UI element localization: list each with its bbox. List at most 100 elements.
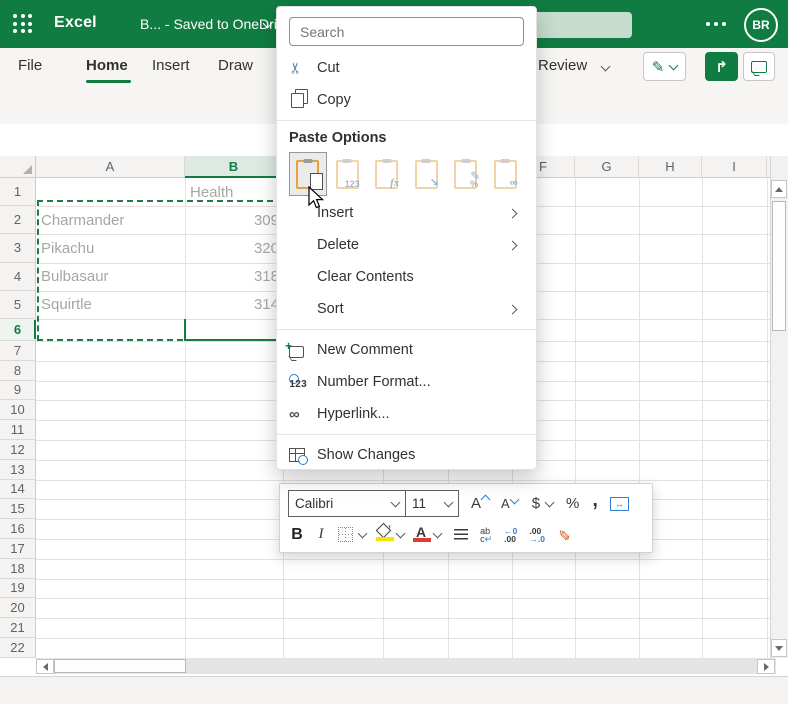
grow-font-button[interactable]: A [471,494,491,512]
column-header-G[interactable]: G [575,156,639,178]
row-header-4[interactable]: 4 [0,262,36,291]
column-header-H[interactable]: H [639,156,702,178]
tab-insert[interactable]: Insert [152,57,190,74]
grid-line-horizontal [36,558,771,560]
cut-icon: ✂ [287,61,305,75]
scroll-left-button[interactable] [36,659,54,674]
shrink-font-button[interactable]: A [501,494,520,511]
number-format-icon: 123 [289,374,307,390]
increase-decimal-button[interactable]: .00 →.0 [529,526,545,543]
column-header-I[interactable]: I [702,156,767,178]
grid-line-horizontal [36,598,771,600]
row-header-18[interactable]: 18 [0,558,36,579]
scroll-right-button[interactable] [757,659,775,674]
select-all-corner[interactable] [0,156,36,178]
row-header-13[interactable]: 13 [0,459,36,480]
context-menu: ✂ Cut Copy Paste Options 123 fx ↘ %✎ ∞ Insert Dele… [276,6,537,470]
paste-button-paste-values[interactable]: 123 [329,152,367,196]
row-header-11[interactable]: 11 [0,420,36,440]
format-painter-button[interactable]: ✎ [554,526,571,544]
font-size-combo-mini[interactable]: 11 [405,491,458,516]
comments-button[interactable] [743,52,775,81]
fill-color-button-mini[interactable]: , [375,518,406,544]
currency-format-button[interactable]: $ [532,495,555,512]
font-name-value: Calibri [295,496,334,511]
row-header-8[interactable]: 8 [0,360,36,381]
menu-item-sort[interactable]: Sort [289,293,524,325]
bold-button-mini[interactable]: B [288,526,306,544]
paste-button-paste-formulas[interactable]: fx [368,152,406,196]
align-button[interactable] [454,529,469,540]
comma-format-button[interactable]: , [592,489,598,512]
row-header-6[interactable]: 6 [0,319,36,341]
font-name-combo[interactable]: Calibri [289,491,405,516]
wrap-text-button[interactable]: ab c↵ [480,526,492,543]
autofit-button[interactable]: ↔ [609,496,629,511]
grid-line-vertical [639,178,640,658]
column-header-B[interactable]: B [185,156,283,178]
row-header-14[interactable]: 14 [0,479,36,500]
menu-item-new-comment[interactable]: + New Comment [285,334,524,366]
avatar[interactable]: BR [744,8,778,42]
submenu-chevron-icon [507,208,518,218]
menu-item-delete[interactable]: Delete [289,229,524,261]
context-menu-search-input[interactable] [289,17,524,46]
floating-format-toolbar: Calibri 11 A A $ % , ↔ B I , A ab c↵ ←0 … [279,483,653,553]
row-header-17[interactable]: 17 [0,539,36,559]
grid-line-horizontal [36,618,771,620]
row-header-15[interactable]: 15 [0,499,36,520]
active-tab-indicator [86,80,131,83]
percent-format-button[interactable]: % [566,495,579,512]
row-header-5[interactable]: 5 [0,290,36,319]
menu-item-label: Hyperlink... [317,406,390,422]
menu-item-show-changes[interactable]: Show Changes [289,439,524,471]
clipboard-icon: ↘ [414,159,439,189]
row-header-20[interactable]: 20 [0,598,36,619]
vertical-scroll-thumb[interactable] [772,201,786,331]
editing-mode-button[interactable]: ✎ [643,52,686,81]
decrease-decimal-button[interactable]: ←0.00 [504,526,517,543]
row-header-9[interactable]: 9 [0,380,36,401]
tab-home[interactable]: Home [86,57,128,74]
share-button[interactable]: ↱ [705,52,738,81]
paste-button-paste-link[interactable]: ∞ [487,152,525,196]
grid-line-vertical [767,178,768,658]
scroll-up-button[interactable] [771,180,787,198]
row-header-12[interactable]: 12 [0,440,36,460]
menu-item-cut[interactable]: ✂ Cut [287,52,524,84]
hyperlink-icon: ∞ [289,405,300,423]
font-color-button-mini[interactable]: A [413,524,443,543]
paste-button-paste-formatting[interactable]: % ✎ [447,152,485,196]
row-header-22[interactable]: 22 [0,638,36,658]
tab-file[interactable]: File [18,57,42,74]
menu-item-copy[interactable]: Copy [289,84,524,116]
menu-item-label: Cut [317,60,340,76]
menu-item-clear-contents[interactable]: Clear Contents [289,261,524,293]
menu-item-hyperlink[interactable]: ∞ Hyperlink... [289,398,524,430]
row-header-16[interactable]: 16 [0,519,36,539]
more-options-icon[interactable] [706,22,726,26]
row-header-1[interactable]: 1 [0,178,36,207]
tab-review[interactable]: Review [538,57,587,74]
scroll-down-button[interactable] [771,639,787,657]
row-header-3[interactable]: 3 [0,234,36,263]
tab-draw[interactable]: Draw [218,57,253,74]
row-header-7[interactable]: 7 [0,341,36,361]
italic-button-mini[interactable]: I [315,526,327,543]
selected-cell-border-b6[interactable] [184,319,283,341]
borders-button[interactable] [338,527,368,542]
grid-line-horizontal [36,638,771,639]
menu-item-number-format[interactable]: 123 Number Format... [289,366,524,398]
row-header-19[interactable]: 19 [0,578,36,599]
menu-item-label: Sort [317,301,344,317]
app-launcher-waffle-icon[interactable] [13,14,33,34]
horizontal-scroll-thumb[interactable] [54,659,186,673]
row-header-2[interactable]: 2 [0,206,36,235]
column-header-A[interactable]: A [36,156,185,178]
row-header-10[interactable]: 10 [0,400,36,421]
grid-line-vertical [702,178,703,658]
paste-button-paste-transpose[interactable]: ↘ [408,152,446,196]
mouse-cursor [308,186,325,209]
menu-item-label: Copy [317,92,351,108]
row-header-21[interactable]: 21 [0,618,36,638]
